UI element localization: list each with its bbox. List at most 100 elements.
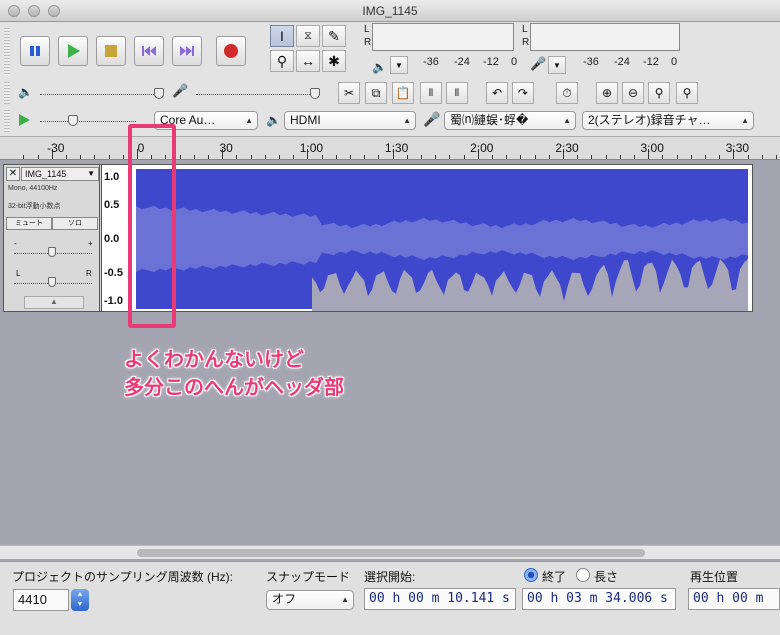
undo-button[interactable]: ↶ bbox=[486, 82, 508, 104]
fit-project-button[interactable]: ⚲ bbox=[676, 82, 698, 104]
input-device-select[interactable]: 蜀⒩縺蜈･蜉� ▲▼ bbox=[444, 111, 576, 130]
close-window-button[interactable] bbox=[8, 5, 20, 17]
output-device-select[interactable]: HDMI ▲▼ bbox=[284, 111, 416, 130]
play-at-speed-button[interactable] bbox=[12, 109, 36, 131]
playback-volume-slider[interactable] bbox=[40, 94, 160, 95]
pan-right-label: R bbox=[86, 269, 92, 278]
trim-icon: ⦀ bbox=[428, 87, 434, 99]
pan-thumb[interactable] bbox=[48, 277, 56, 287]
zoom-out-button[interactable]: ⊖ bbox=[622, 82, 644, 104]
output-device-value: HDMI bbox=[290, 113, 321, 127]
trim-button[interactable]: ⦀ bbox=[420, 82, 442, 104]
multi-tool[interactable]: ✱ bbox=[322, 50, 346, 72]
play-button[interactable] bbox=[58, 36, 88, 66]
playback-volume-thumb[interactable] bbox=[154, 88, 164, 99]
ruler-tick bbox=[506, 155, 508, 159]
ruler-tick bbox=[108, 155, 110, 159]
length-radio[interactable] bbox=[576, 568, 590, 582]
solo-button[interactable]: ソロ bbox=[52, 217, 98, 230]
redo-button[interactable]: ↷ bbox=[512, 82, 534, 104]
draw-tool[interactable]: ✎ bbox=[322, 25, 346, 47]
cut-button[interactable]: ✂ bbox=[338, 82, 360, 104]
length-radio-label: 長さ bbox=[594, 570, 619, 584]
skip-to-start-button[interactable] bbox=[134, 36, 164, 66]
project-rate-input[interactable]: 4410 bbox=[13, 589, 69, 611]
recording-volume-slider[interactable] bbox=[196, 94, 316, 95]
recording-meter-menu[interactable]: ▼ bbox=[548, 56, 566, 74]
copy-icon: ⧉ bbox=[371, 85, 381, 100]
pause-button[interactable] bbox=[20, 36, 50, 66]
y-axis-label-3: 0.0 bbox=[104, 233, 120, 245]
zoom-window-button[interactable] bbox=[48, 5, 60, 17]
pencil-icon: ✎ bbox=[328, 27, 340, 44]
horizontal-scrollbar[interactable] bbox=[0, 545, 780, 559]
ruler-tick bbox=[80, 155, 82, 159]
playback-position-field[interactable]: 00 h 00 m bbox=[688, 588, 780, 610]
zoom-out-icon: ⊖ bbox=[627, 86, 639, 100]
meter-right-label-in: R bbox=[522, 37, 530, 48]
selection-start-field[interactable]: 00 h 00 m 10.141 s bbox=[364, 588, 516, 610]
scrollbar-thumb[interactable] bbox=[137, 549, 645, 557]
device-grip[interactable] bbox=[4, 110, 10, 132]
meter-in-scale-2: -24 bbox=[614, 56, 630, 68]
speaker-icon: 🔈 bbox=[372, 60, 387, 74]
ruler-tick bbox=[94, 155, 96, 159]
zoom-tool[interactable]: ⚲ bbox=[270, 50, 294, 72]
play-at-speed-icon bbox=[19, 114, 30, 126]
y-axis-label-2: 0.5 bbox=[104, 199, 120, 211]
ruler-tick bbox=[747, 155, 749, 159]
project-rate-stepper[interactable]: ▲ ▼ bbox=[71, 589, 89, 611]
recording-volume-thumb[interactable] bbox=[310, 88, 320, 99]
ruler-tick bbox=[208, 155, 209, 159]
selection-end-field[interactable]: 00 h 03 m 34.006 s bbox=[522, 588, 676, 610]
snap-mode-select[interactable]: オフ ▲▼ bbox=[266, 590, 354, 610]
selection-bar: プロジェクトのサンプリング周波数 (Hz): 4410 ▲ ▼ スナップモード オ… bbox=[0, 561, 780, 635]
ruler-label: 30 bbox=[219, 141, 233, 155]
gain-thumb[interactable] bbox=[48, 247, 56, 257]
selection-tool[interactable]: I bbox=[270, 25, 294, 47]
fit-selection-button[interactable]: ⚲ bbox=[648, 82, 670, 104]
zoom-in-button[interactable]: ⊕ bbox=[596, 82, 618, 104]
play-speed-slider[interactable] bbox=[40, 121, 136, 122]
sync-lock-button[interactable]: ⏱ bbox=[556, 82, 578, 104]
meter-left-label-out: L bbox=[364, 24, 370, 35]
record-button[interactable] bbox=[216, 36, 246, 66]
mute-button[interactable]: ミュート bbox=[6, 217, 52, 230]
skip-to-end-button[interactable] bbox=[172, 36, 202, 66]
input-channels-select[interactable]: 2(ステレオ)録音チャ… ▲▼ bbox=[582, 111, 754, 130]
ruler-label: -30 bbox=[47, 141, 65, 155]
collapse-track-button[interactable]: ▲ bbox=[24, 296, 84, 309]
track-name: IMG_1145 bbox=[25, 169, 67, 179]
track-close-button[interactable]: ✕ bbox=[6, 167, 20, 181]
timeline-ruler[interactable]: -30 0 30 1:00 1:30 2:00 2:30 3:00 3:30 bbox=[0, 136, 780, 160]
ruler-tick bbox=[236, 155, 238, 159]
play-speed-thumb[interactable] bbox=[68, 115, 78, 126]
stop-button[interactable] bbox=[96, 36, 126, 66]
snap-mode-label: スナップモード bbox=[266, 570, 351, 584]
ruler-tick bbox=[548, 155, 550, 159]
silence-button[interactable]: ⦀ bbox=[446, 82, 468, 104]
copy-button[interactable]: ⧉ bbox=[365, 82, 387, 104]
timeshift-tool[interactable]: ↔ bbox=[296, 50, 320, 72]
annotation-note-line2: 多分このへんがヘッダ部 bbox=[124, 377, 344, 399]
end-radio[interactable] bbox=[524, 568, 538, 582]
ruler-tick bbox=[449, 155, 451, 159]
playback-meter[interactable] bbox=[372, 23, 514, 51]
paste-button[interactable]: 📋 bbox=[392, 82, 414, 104]
track-name-menu[interactable]: IMG_1145 ▼ bbox=[21, 167, 99, 181]
project-rate-label: プロジェクトのサンプリング周波数 (Hz): bbox=[12, 570, 233, 584]
mixer-grip[interactable] bbox=[4, 82, 10, 104]
updown-icon: ▲▼ bbox=[741, 116, 749, 125]
playback-meter-menu[interactable]: ▼ bbox=[390, 56, 408, 74]
recording-meter[interactable] bbox=[530, 23, 680, 51]
ruler-tick bbox=[520, 155, 522, 159]
updown-icon: ▲▼ bbox=[76, 591, 84, 608]
collapse-arrow-icon: ▲ bbox=[50, 297, 58, 306]
waveform-display[interactable]: 1.0 0.5 0.0 -0.5 -1.0 bbox=[101, 164, 753, 312]
envelope-tool[interactable]: ⧖ bbox=[296, 25, 320, 47]
toolbar-grip[interactable] bbox=[4, 28, 10, 76]
ruler-tick bbox=[193, 155, 195, 159]
y-axis-label-4: -0.5 bbox=[104, 267, 123, 279]
input-channels-value: 2(ステレオ)録音チャ… bbox=[588, 113, 711, 127]
minimize-window-button[interactable] bbox=[28, 5, 40, 17]
